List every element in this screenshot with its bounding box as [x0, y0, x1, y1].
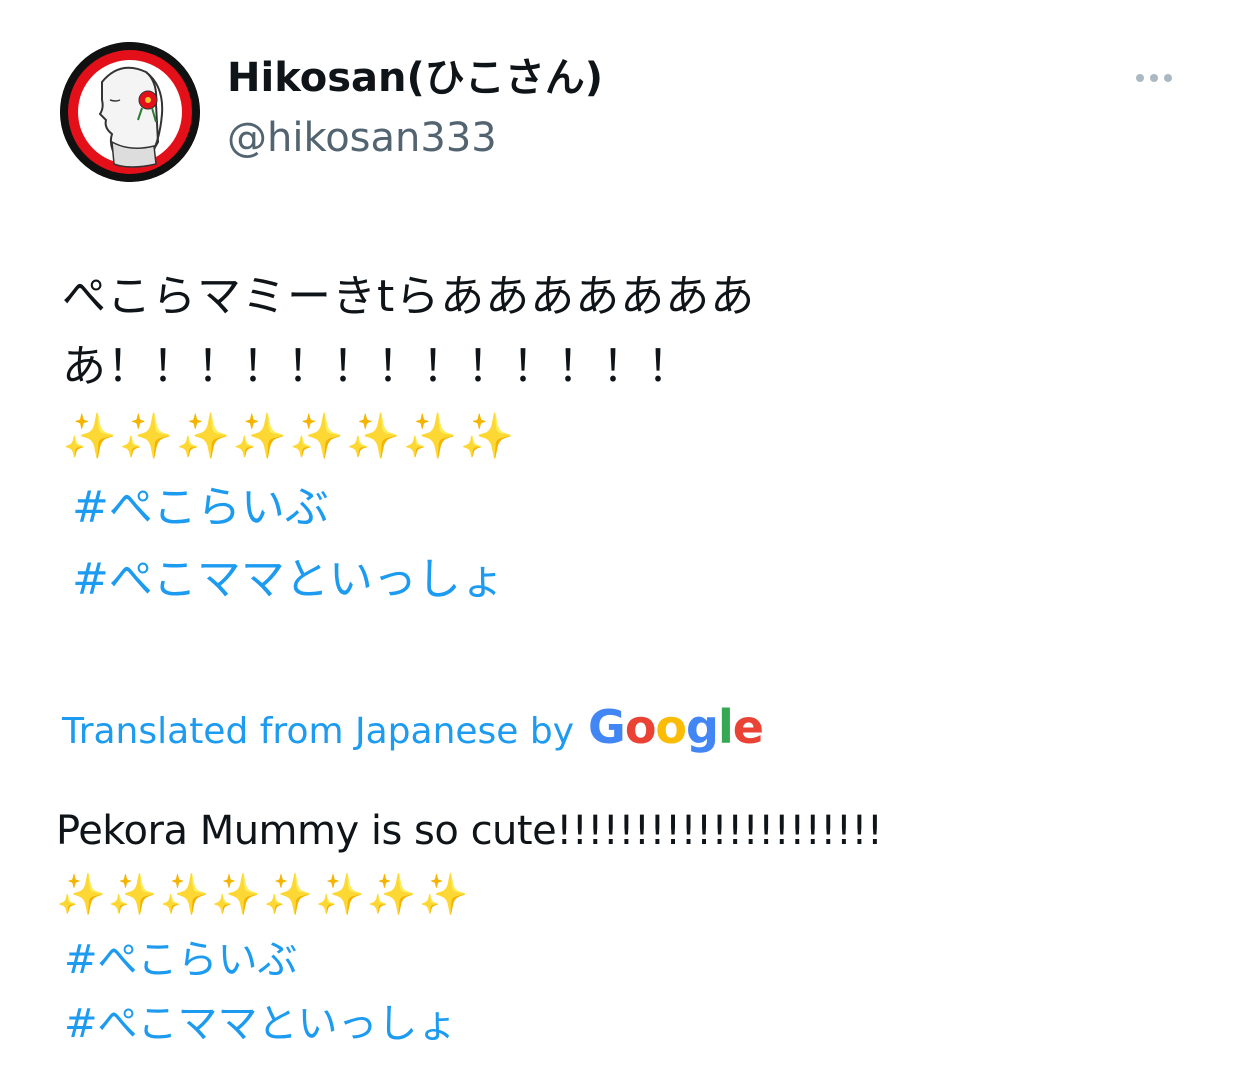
- hashtag-link[interactable]: #ぺこらいぶ: [56, 928, 1186, 992]
- more-options-button[interactable]: [1126, 62, 1182, 94]
- translation-attribution[interactable]: Translated from Japanese by Google: [62, 700, 764, 754]
- profile-avatar[interactable]: [60, 42, 200, 182]
- tweet-card: Hikosan(ひこさん) @hikosan333 ぺこらマミーきtらあああああ…: [0, 0, 1242, 1079]
- tweet-original-text: ぺこらマミーきtらあああああああ あ！！！！！！！！！！！！！ ✨✨✨✨✨✨✨✨…: [62, 262, 1182, 616]
- sparkles-emoji-row: ✨✨✨✨✨✨✨✨: [56, 872, 471, 918]
- more-horizontal-icon-dot: [1164, 74, 1172, 82]
- original-text-line-1: ぺこらマミーきtらあああああああ: [62, 271, 756, 322]
- hashtag-link[interactable]: #ぺこママといっしょ: [62, 544, 1182, 616]
- more-horizontal-icon: [1136, 74, 1144, 82]
- author-handle[interactable]: @hikosan333: [227, 110, 603, 166]
- translated-text-line: Pekora Mummy is so cute!!!!!!!!!!!!!!!!!…: [56, 808, 883, 854]
- sparkles-emoji-row: ✨✨✨✨✨✨✨✨: [62, 411, 517, 462]
- hashtag-link[interactable]: #ぺこママといっしょ: [56, 992, 1186, 1056]
- hashtag-link[interactable]: #ぺこらいぶ: [62, 472, 1182, 544]
- google-logo: Google: [588, 700, 764, 754]
- more-horizontal-icon-dot: [1150, 74, 1158, 82]
- original-text-line-2: あ！！！！！！！！！！！！！: [62, 341, 692, 392]
- tweet-author[interactable]: Hikosan(ひこさん) @hikosan333: [227, 52, 603, 166]
- translation-label: Translated from Japanese by: [62, 711, 575, 752]
- author-display-name[interactable]: Hikosan(ひこさん): [227, 52, 603, 104]
- avatar-image: [60, 42, 200, 182]
- tweet-translated-text: Pekora Mummy is so cute!!!!!!!!!!!!!!!!!…: [56, 800, 1186, 1056]
